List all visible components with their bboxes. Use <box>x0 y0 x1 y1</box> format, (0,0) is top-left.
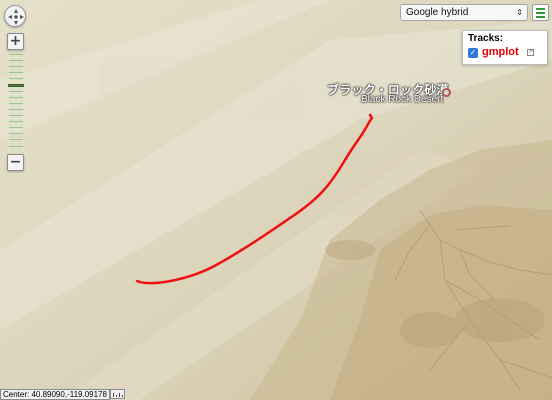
zoom-slider-tick[interactable] <box>8 107 24 111</box>
zoom-slider-tick[interactable] <box>8 95 24 99</box>
place-marker-icon[interactable] <box>442 88 451 97</box>
place-label-english: Black Rock Desert <box>361 94 444 105</box>
zoom-slider[interactable] <box>8 53 24 151</box>
tracks-title: Tracks: <box>468 33 504 44</box>
updown-arrow-icon: ⇕ <box>516 8 523 17</box>
map-type-selected: Google hybrid <box>406 7 469 18</box>
zoom-slider-tick[interactable] <box>8 114 24 117</box>
zoom-slider-tick[interactable] <box>8 89 24 93</box>
zoom-slider-tick[interactable] <box>8 59 24 63</box>
zoom-slider-tick[interactable] <box>8 120 24 124</box>
zoom-slider-tick[interactable] <box>8 77 24 81</box>
ruler-icon[interactable] <box>110 389 125 399</box>
track-name-gmplot[interactable]: gmplot <box>482 46 519 58</box>
zoom-in-button[interactable]: + <box>7 33 24 50</box>
zoom-slider-tick[interactable] <box>8 132 24 136</box>
zoom-slider-tick[interactable] <box>8 138 24 142</box>
pan-control-icon[interactable] <box>4 5 26 27</box>
track-checkbox[interactable]: ✓ <box>468 48 478 58</box>
zoom-slider-tick[interactable] <box>8 144 24 148</box>
tracks-panel: Tracks: ✓ gmplot ↗ <box>462 30 548 65</box>
map-type-select[interactable]: Google hybrid ⇕ <box>400 4 528 21</box>
external-link-icon[interactable]: ↗ <box>527 49 534 56</box>
zoom-slider-tick[interactable] <box>8 65 24 69</box>
zoom-slider-tick[interactable] <box>8 53 24 56</box>
zoom-out-button[interactable]: − <box>7 154 24 171</box>
map-canvas[interactable]: ブラック・ロック砂漠 Black Rock Desert + − Google … <box>0 0 552 400</box>
center-coordinates: Center: 40.89090,-119.09178 <box>0 389 110 400</box>
zoom-slider-tick[interactable] <box>8 101 24 105</box>
gmplot-track-line[interactable] <box>135 113 374 285</box>
zoom-slider-tick[interactable] <box>8 126 24 130</box>
zoom-slider-tick[interactable] <box>8 71 24 75</box>
zoom-slider-thumb[interactable] <box>8 83 24 87</box>
hamburger-menu-icon[interactable] <box>532 4 549 21</box>
